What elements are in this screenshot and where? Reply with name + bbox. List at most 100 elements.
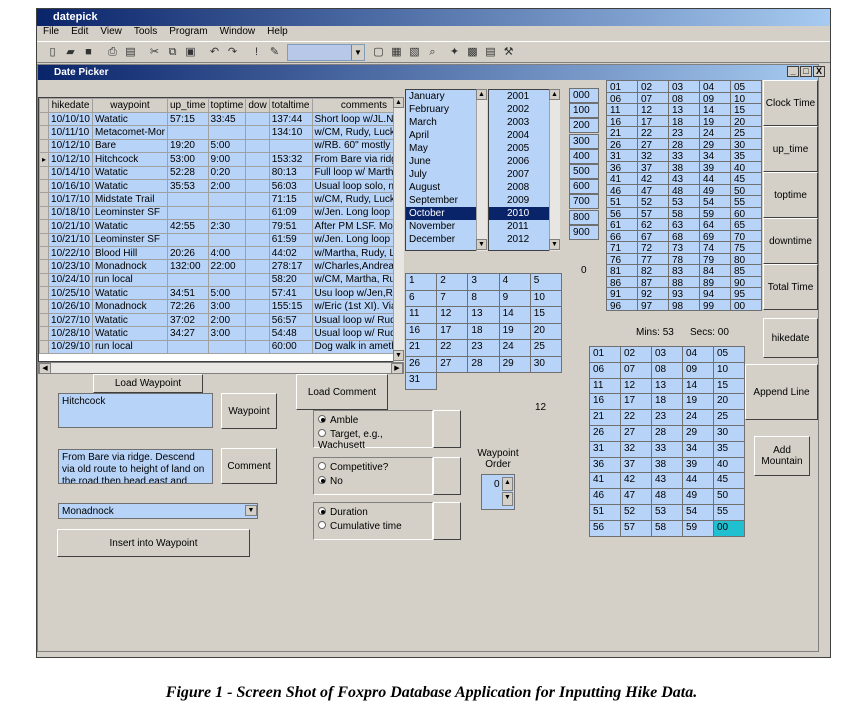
second-cell[interactable]: 27 <box>620 425 652 442</box>
hundreds-cell[interactable]: 600 <box>569 179 599 195</box>
table-cell[interactable] <box>245 192 270 207</box>
second-cell[interactable]: 59 <box>682 519 714 537</box>
table-row[interactable]: 10/21/10 Watatic 42:55 2:30 79:51 After PM LS… <box>39 219 403 234</box>
table-row[interactable]: 10/18/10 Leominster SF 61:09 w/Jen. Long lo… <box>39 205 403 221</box>
table-cell[interactable]: 37:02 <box>166 312 209 328</box>
form-icon[interactable]: ▢ <box>371 45 386 59</box>
table-cell[interactable]: 54:48 <box>268 326 313 341</box>
table-cell[interactable]: 10/16/10 <box>48 178 93 194</box>
row-selector[interactable] <box>39 245 50 261</box>
table-cell[interactable] <box>166 339 209 355</box>
table-cell[interactable]: 155:15 <box>268 299 313 314</box>
second-cell[interactable]: 38 <box>651 456 683 474</box>
hundreds-cell[interactable]: 300 <box>569 133 599 149</box>
mountain-select[interactable]: Monadnock ▼ <box>58 503 258 519</box>
table-cell[interactable]: After PM LSF. Moonl <box>311 219 403 234</box>
table-row[interactable]: 10/10/10 Watatic 57:15 33:45 137:44 Short loo… <box>39 111 403 127</box>
table-cell[interactable]: Monadnock <box>91 259 168 274</box>
table-cell[interactable]: 80:13 <box>268 165 313 180</box>
table-cell[interactable] <box>207 272 247 288</box>
table-cell[interactable]: 153:32 <box>268 152 313 167</box>
total-time-button[interactable]: Total Time <box>763 264 818 310</box>
table-cell[interactable]: Usual loop solo, no <box>311 178 403 194</box>
second-cell[interactable]: 55 <box>713 504 745 521</box>
table-cell[interactable]: Watatic <box>91 286 168 301</box>
second-cell[interactable]: 41 <box>589 472 621 490</box>
table-cell[interactable]: w/CM, Martha, Rudy <box>311 272 403 288</box>
month-item[interactable]: February <box>406 103 486 116</box>
table-cell[interactable]: 42:55 <box>166 219 209 234</box>
waypoint-order-spinner[interactable]: 0 ▲ ▼ <box>481 474 515 510</box>
day-cell[interactable]: 3 <box>467 273 500 291</box>
table-cell[interactable]: Watatic <box>91 165 168 180</box>
radio-off-icon[interactable] <box>318 429 326 438</box>
table-cell[interactable]: 10/26/10 <box>48 299 93 314</box>
row-selector[interactable] <box>39 326 50 341</box>
row-selector[interactable] <box>39 259 50 274</box>
day-cell[interactable]: 12 <box>436 306 469 324</box>
print-icon[interactable]: ⎙ <box>105 45 120 59</box>
save-icon[interactable]: ■ <box>81 45 96 59</box>
row-selector[interactable] <box>39 299 50 314</box>
menu-program[interactable]: Program <box>169 26 207 37</box>
year-list-scrollbar[interactable]: ▲ ▼ <box>549 89 560 251</box>
column-header-totaltime[interactable]: totaltime <box>268 98 313 113</box>
second-cell[interactable]: 01 <box>589 346 621 363</box>
table-cell[interactable]: 10/12/10 <box>48 152 93 167</box>
table-cell[interactable] <box>207 339 247 355</box>
second-cell[interactable]: 22 <box>620 409 652 426</box>
row-selector[interactable] <box>39 178 50 194</box>
table-cell[interactable]: 278:17 <box>268 259 313 274</box>
table-row[interactable]: 10/28/10 Watatic 34:27 3:00 54:48 Usual loop … <box>39 326 403 341</box>
undo-icon[interactable]: ↶ <box>207 45 222 59</box>
scroll-left-icon[interactable]: ◀ <box>39 363 51 374</box>
second-cell[interactable]: 21 <box>589 409 621 426</box>
month-item[interactable]: March <box>406 116 486 129</box>
second-cell[interactable]: 11 <box>589 377 621 395</box>
row-selector[interactable] <box>39 339 50 355</box>
table-cell[interactable]: Metacomet-Mor <box>91 125 168 140</box>
table-cell[interactable]: 58:20 <box>268 272 313 288</box>
table-cell[interactable] <box>245 165 270 180</box>
table-cell[interactable]: Leominster SF <box>91 205 168 221</box>
minute-cell[interactable]: 97 <box>637 298 669 312</box>
table-row[interactable]: 10/23/10 Monadnock 132:00 22:00 278:17 w/Char… <box>39 259 403 274</box>
row-selector[interactable] <box>39 138 50 154</box>
day-cell[interactable]: 16 <box>405 322 438 340</box>
table-cell[interactable]: Midstate Trail <box>91 192 168 207</box>
table-cell[interactable]: 10/10/10 <box>48 111 93 127</box>
second-cell[interactable]: 10 <box>713 361 745 379</box>
second-cell[interactable]: 58 <box>651 519 683 537</box>
table-cell[interactable]: Watatic <box>91 111 168 127</box>
row-selector[interactable] <box>39 192 50 207</box>
table-cell[interactable]: Usual loop w/ Rudy <box>311 326 403 341</box>
month-item[interactable]: August <box>406 181 486 194</box>
table-cell[interactable]: 53:00 <box>166 152 209 167</box>
table-row[interactable]: 10/22/10 Blood Hill 20:26 4:00 44:02 w/Martha… <box>39 245 403 261</box>
report-icon[interactable]: ▦ <box>389 45 404 59</box>
day-cell[interactable]: 24 <box>498 339 531 357</box>
table-cell[interactable]: 34:51 <box>166 286 209 301</box>
day-cell[interactable]: 30 <box>529 355 562 373</box>
second-cell[interactable]: 00 <box>713 519 745 537</box>
minute-cell[interactable]: 00 <box>730 298 762 312</box>
second-cell[interactable]: 40 <box>713 456 745 474</box>
scroll-down-icon[interactable]: ▼ <box>549 239 560 250</box>
table-cell[interactable]: Bare <box>91 138 168 154</box>
table-cell[interactable] <box>245 286 270 301</box>
table-cell[interactable]: 72:26 <box>166 299 209 314</box>
day-cell[interactable]: 29 <box>498 355 531 373</box>
hikedate-button[interactable]: hikedate <box>763 318 818 358</box>
table-cell[interactable] <box>166 125 209 140</box>
scroll-down-icon[interactable]: ▼ <box>393 350 404 361</box>
month-list[interactable]: January February March April May June July Augu… <box>405 89 487 251</box>
row-selector[interactable] <box>39 312 50 328</box>
query-icon[interactable]: ⌕ <box>425 45 440 59</box>
table-cell[interactable]: 10/11/10 <box>48 125 93 140</box>
second-cell[interactable]: 06 <box>589 361 621 379</box>
table-cell[interactable]: 19:20 <box>166 138 209 154</box>
table-cell[interactable] <box>245 312 270 328</box>
table-cell[interactable]: 56:57 <box>268 312 313 328</box>
second-cell[interactable]: 09 <box>682 361 714 379</box>
second-cell[interactable]: 13 <box>651 377 683 395</box>
